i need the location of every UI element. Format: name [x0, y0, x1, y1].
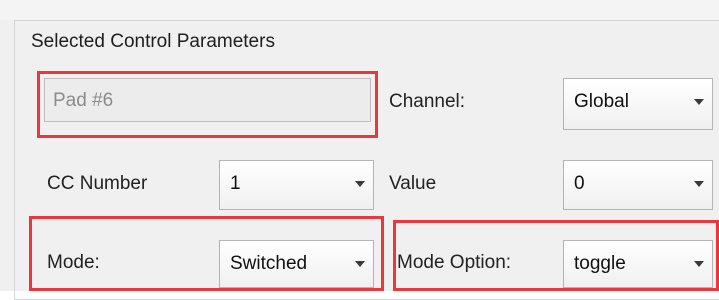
- value-label: Value: [389, 173, 437, 194]
- value-dropdown[interactable]: 0: [563, 160, 713, 210]
- pad-name-field[interactable]: Pad #6: [44, 78, 371, 122]
- chevron-down-icon: [355, 181, 365, 187]
- chevron-down-icon: [694, 99, 704, 105]
- channel-label: Channel:: [389, 91, 466, 112]
- cc-number-dropdown[interactable]: 1: [219, 160, 374, 210]
- mode-label: Mode:: [47, 252, 100, 273]
- mode-option-dropdown[interactable]: toggle: [563, 240, 713, 288]
- mode-dropdown[interactable]: Switched: [219, 240, 374, 288]
- chevron-down-icon: [694, 261, 704, 267]
- channel-value: Global: [574, 91, 629, 112]
- cc-number-value: 1: [230, 173, 241, 194]
- control-parameters-panel: Selected Control Parameters Pad #6 Chann…: [0, 0, 719, 300]
- channel-dropdown[interactable]: Global: [563, 78, 713, 130]
- cc-number-label: CC Number: [47, 173, 148, 194]
- mode-option-value: toggle: [574, 253, 626, 274]
- chevron-down-icon: [694, 181, 704, 187]
- chevron-down-icon: [355, 261, 365, 267]
- value-value: 0: [574, 173, 585, 194]
- mode-option-label: Mode Option:: [397, 252, 512, 273]
- section-title: Selected Control Parameters: [31, 31, 275, 52]
- mode-value: Switched: [230, 253, 308, 274]
- top-strip: [0, 0, 719, 20]
